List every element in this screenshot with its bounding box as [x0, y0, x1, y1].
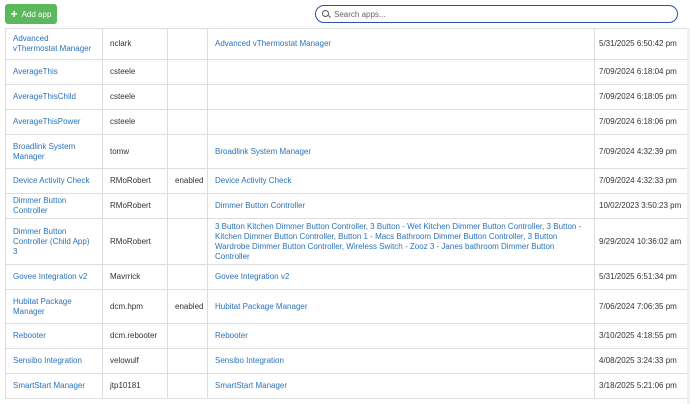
app-name-link[interactable]: Rebooter: [5, 323, 103, 349]
app-author: RMoRobert: [102, 218, 168, 265]
last-modified: 7/06/2024 7:06:35 pm: [594, 289, 690, 324]
app-author: velowulf: [102, 348, 168, 374]
oauth-status: enabled: [167, 289, 208, 324]
app-author: RMoRobert: [102, 168, 168, 194]
apps-table: Advanced vThermostat Manager nclark Advanc…: [5, 28, 690, 399]
app-name-link[interactable]: Govee Integration v2: [5, 264, 103, 290]
app-author: csteele: [102, 59, 168, 85]
app-author: dcm.hpm: [102, 289, 168, 324]
app-name-link[interactable]: Broadlink System Manager: [5, 134, 103, 169]
installed-apps-link[interactable]: Govee Integration v2: [207, 264, 595, 290]
table-row: Advanced vThermostat Manager nclark Advanc…: [5, 28, 690, 60]
last-modified: 7/09/2024 4:32:39 pm: [594, 134, 690, 169]
table-row: SmartStart Manager jtp10181 SmartStart Man…: [5, 373, 690, 399]
installed-apps-link[interactable]: [207, 84, 595, 110]
app-name-link[interactable]: AverageThisPower: [5, 109, 103, 135]
app-author: tomw: [102, 134, 168, 169]
app-name-link[interactable]: Sensibo Integration: [5, 348, 103, 374]
table-row: Dimmer Button Controller (Child App) 3 RM…: [5, 218, 690, 265]
last-modified: 10/02/2023 3:50:23 pm: [594, 193, 690, 219]
toolbar: + Add app: [0, 0, 690, 28]
app-name-link[interactable]: AverageThisChild: [5, 84, 103, 110]
installed-apps-link[interactable]: Broadlink System Manager: [207, 134, 595, 169]
installed-apps-link[interactable]: Advanced vThermostat Manager: [207, 28, 595, 60]
table-row: AverageThisChild csteele 7/09/2024 6:18:05…: [5, 84, 690, 110]
last-modified: 3/10/2025 4:18:55 pm: [594, 323, 690, 349]
app-author: csteele: [102, 84, 168, 110]
last-modified: 3/18/2025 5:21:06 pm: [594, 373, 690, 399]
app-name-link[interactable]: Dimmer Button Controller: [5, 193, 103, 219]
last-modified: 7/09/2024 4:32:33 pm: [594, 168, 690, 194]
oauth-status: enabled: [167, 168, 208, 194]
table-row: Dimmer Button Controller RMoRobert Dimmer …: [5, 193, 690, 219]
last-modified: 7/09/2024 6:18:06 pm: [594, 109, 690, 135]
search-box[interactable]: [315, 5, 678, 23]
app-name-link[interactable]: SmartStart Manager: [5, 373, 103, 399]
oauth-status: [167, 193, 208, 219]
oauth-status: [167, 84, 208, 110]
installed-apps-link[interactable]: Sensibo Integration: [207, 348, 595, 374]
oauth-status: [167, 109, 208, 135]
oauth-status: [167, 28, 208, 60]
table-row: Broadlink System Manager tomw Broadlink Sy…: [5, 134, 690, 169]
table-row: Sensibo Integration velowulf Sensibo Integ…: [5, 348, 690, 374]
app-name-link[interactable]: Hubitat Package Manager: [5, 289, 103, 324]
search-input[interactable]: [334, 9, 654, 19]
oauth-status: [167, 59, 208, 85]
last-modified: 7/09/2024 6:18:05 pm: [594, 84, 690, 110]
app-author: csteele: [102, 109, 168, 135]
oauth-status: [167, 264, 208, 290]
app-name-link[interactable]: Advanced vThermostat Manager: [5, 28, 103, 60]
oauth-status: [167, 373, 208, 399]
last-modified: 5/31/2025 6:51:34 pm: [594, 264, 690, 290]
oauth-status: [167, 134, 208, 169]
add-app-button[interactable]: + Add app: [5, 4, 57, 24]
table-row: AverageThis csteele 7/09/2024 6:18:04 pm: [5, 59, 690, 85]
plus-icon: +: [10, 7, 18, 21]
table-row: AverageThisPower csteele 7/09/2024 6:18:06…: [5, 109, 690, 135]
installed-apps-link[interactable]: [207, 109, 595, 135]
app-name-link[interactable]: AverageThis: [5, 59, 103, 85]
add-app-label: Add app: [21, 9, 52, 19]
installed-apps-link[interactable]: SmartStart Manager: [207, 373, 595, 399]
last-modified: 9/29/2024 10:36:02 am: [594, 218, 690, 265]
app-author: jtp10181: [102, 373, 168, 399]
oauth-status: [167, 218, 208, 265]
installed-apps-link[interactable]: [207, 59, 595, 85]
table-row: Hubitat Package Manager dcm.hpm enabled Hub…: [5, 289, 690, 324]
installed-apps-link[interactable]: Rebooter: [207, 323, 595, 349]
app-author: RMoRobert: [102, 193, 168, 219]
app-name-link[interactable]: Device Activity Check: [5, 168, 103, 194]
app-author: nclark: [102, 28, 168, 60]
oauth-status: [167, 348, 208, 374]
oauth-status: [167, 323, 208, 349]
installed-apps-link[interactable]: Hubitat Package Manager: [207, 289, 595, 324]
table-row: Govee Integration v2 Mavrrick Govee Integr…: [5, 264, 690, 290]
installed-apps-link[interactable]: Device Activity Check: [207, 168, 595, 194]
installed-apps-link[interactable]: Dimmer Button Controller: [207, 193, 595, 219]
last-modified: 4/08/2025 3:24:33 pm: [594, 348, 690, 374]
table-row: Device Activity Check RMoRobert enabled Dev…: [5, 168, 690, 194]
app-author: Mavrrick: [102, 264, 168, 290]
last-modified: 7/09/2024 6:18:04 pm: [594, 59, 690, 85]
app-author: dcm.rebooter: [102, 323, 168, 349]
app-name-link[interactable]: Dimmer Button Controller (Child App) 3: [5, 218, 103, 265]
installed-apps-link[interactable]: 3 Button Kitchen Dimmer Button Controlle…: [207, 218, 595, 265]
last-modified: 5/31/2025 6:50:42 pm: [594, 28, 690, 60]
search-icon: [322, 9, 331, 19]
table-row: Rebooter dcm.rebooter Rebooter 3/10/2025 4:…: [5, 323, 690, 349]
